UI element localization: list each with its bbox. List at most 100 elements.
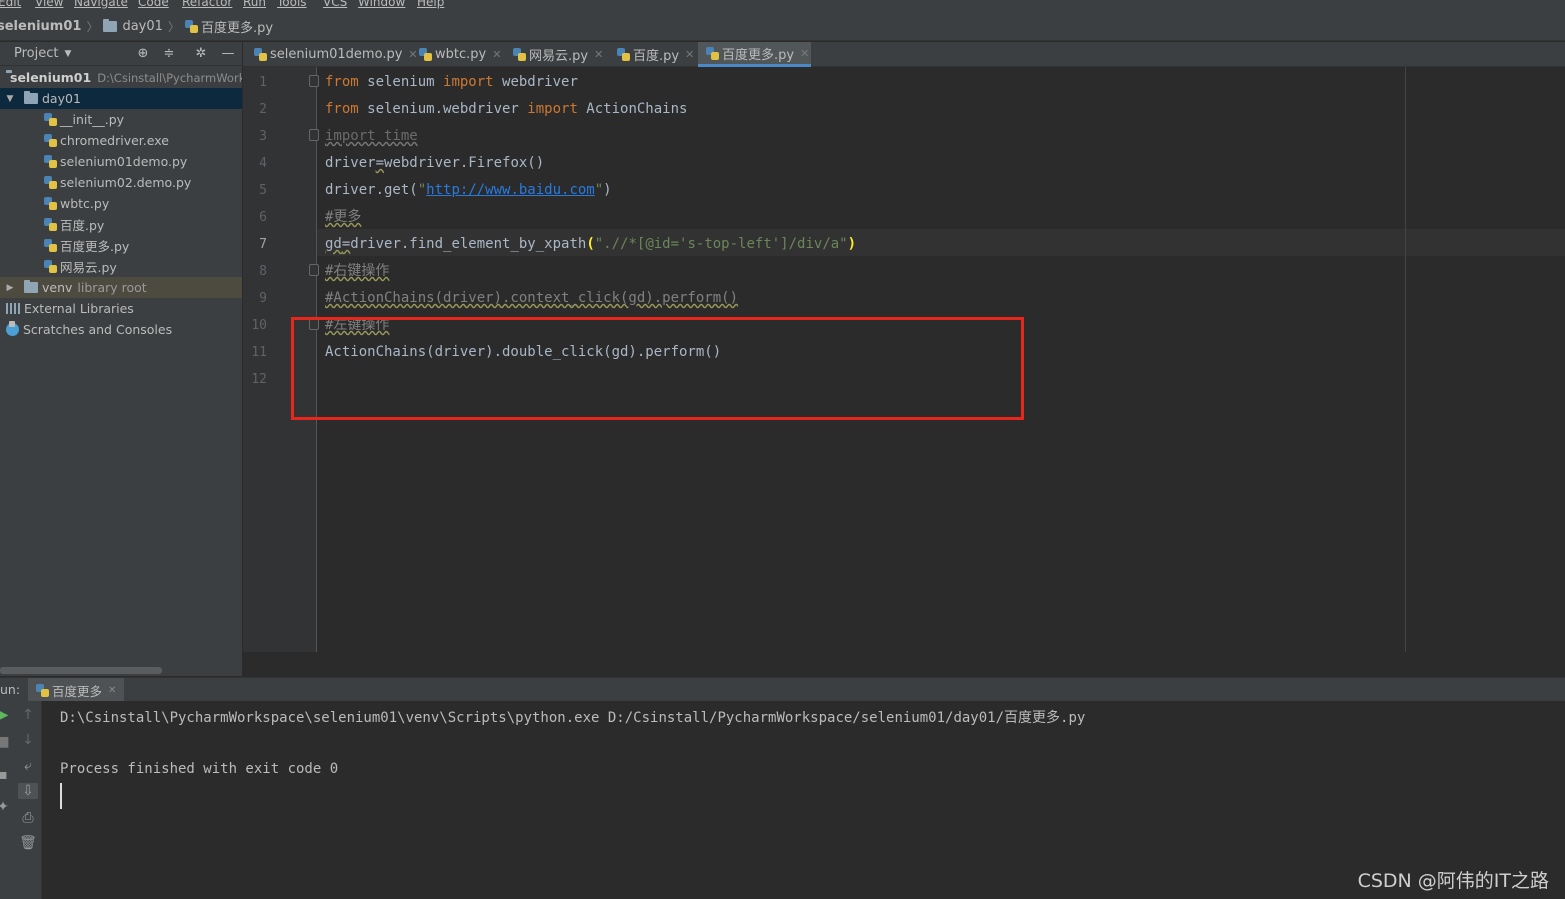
fold-marker-icon[interactable] <box>309 75 319 87</box>
arrow-up-icon[interactable]: ↑ <box>18 707 38 723</box>
arrow-down-icon[interactable]: ↓ <box>18 732 38 748</box>
tree-file[interactable]: 百度更多.py <box>0 235 242 256</box>
python-file-icon <box>44 218 57 231</box>
tree-file[interactable]: 百度.py <box>0 214 242 235</box>
file-label: selenium01demo.py <box>60 154 188 169</box>
python-file-icon <box>44 197 57 210</box>
collapse-all-icon[interactable]: ≑ <box>161 46 177 61</box>
layout-icon[interactable]: ▪ <box>0 767 13 783</box>
code-line-3[interactable]: import time <box>325 123 418 150</box>
project-view-selector[interactable]: Project <box>14 46 58 61</box>
code-line-6[interactable]: #更多 <box>325 204 361 231</box>
root-name: selenium01 <box>10 70 92 85</box>
code-line-7[interactable]: gd=driver.find_element_by_xpath(".//*[@i… <box>325 231 856 258</box>
line-number: 2 <box>259 102 267 117</box>
tree-file[interactable]: selenium02.demo.py <box>0 172 242 193</box>
code-text: driver.find_element_by_xpath <box>350 236 587 252</box>
menu-refactor[interactable]: Refactor <box>182 0 232 9</box>
chevron-down-icon[interactable]: ▼ <box>64 49 71 59</box>
tab-baidu-more[interactable]: 百度更多.py ✕ <box>698 42 811 67</box>
menu-code[interactable]: Code <box>138 0 169 9</box>
keyword: import <box>443 74 494 90</box>
code-line-9[interactable]: #ActionChains(driver).context_click(gd).… <box>325 285 738 312</box>
gear-icon[interactable]: ✲ <box>193 46 209 61</box>
tree-scratches[interactable]: Scratches and Consoles <box>0 319 242 340</box>
python-file-icon <box>617 48 630 61</box>
python-file-icon <box>44 239 57 252</box>
soft-wrap-icon[interactable]: ⤶ <box>18 758 38 774</box>
expand-arrow-icon[interactable]: ▼ <box>4 94 16 104</box>
line-number: 12 <box>251 372 267 387</box>
tab-label: wbtc.py <box>435 47 487 62</box>
python-file-icon <box>419 48 432 61</box>
tab-wangyiyun[interactable]: 网易云.py ✕ <box>505 42 603 67</box>
stop-icon[interactable]: ■ <box>0 734 13 750</box>
locate-icon[interactable]: ⊕ <box>135 46 151 61</box>
menu-tools[interactable]: Tools <box>277 0 307 9</box>
scratches-label: Scratches and Consoles <box>23 322 173 337</box>
chevron-right-icon: 〉 <box>167 19 180 34</box>
code-line-2[interactable]: from selenium.webdriver import ActionCha… <box>325 96 687 123</box>
menu-window[interactable]: Window <box>358 0 405 9</box>
breadcrumb-folder[interactable]: day01 <box>122 19 162 34</box>
tab-selenium01demo[interactable]: selenium01demo.py ✕ <box>246 42 418 67</box>
tree-file[interactable]: __init__.py <box>0 109 242 130</box>
tab-label: 网易云.py <box>529 49 589 64</box>
tree-file[interactable]: wbtc.py <box>0 193 242 214</box>
run-console[interactable]: D:\Csinstall\PycharmWorkspace\selenium01… <box>42 701 1565 899</box>
code-line-8[interactable]: #右键操作 <box>325 258 389 285</box>
tree-file[interactable]: selenium01demo.py <box>0 151 242 172</box>
fold-marker-icon[interactable] <box>309 129 319 141</box>
tree-folder-day01[interactable]: ▼ day01 <box>0 88 242 109</box>
code-text: selenium <box>358 74 444 90</box>
chevron-right-icon: 〉 <box>86 19 99 34</box>
fold-marker-icon[interactable] <box>309 264 319 276</box>
scroll-to-end-icon[interactable]: ⇩ <box>18 783 38 799</box>
close-icon[interactable]: ✕ <box>800 47 809 60</box>
code-text: webdriver.Firefox() <box>384 155 545 171</box>
rerun-icon[interactable]: ▶ <box>0 707 13 723</box>
run-tab[interactable]: 百度更多 ✕ <box>28 678 125 702</box>
code-line-5[interactable]: driver.get("http://www.baidu.com") <box>325 177 612 204</box>
close-icon[interactable]: ✕ <box>685 48 694 61</box>
menu-edit[interactable]: Edit <box>0 0 21 9</box>
code-line-1[interactable]: from selenium import webdriver <box>325 69 578 96</box>
tree-file[interactable]: chromedriver.exe <box>0 130 242 151</box>
tree-folder-venv[interactable]: ▶ venv library root <box>0 277 242 298</box>
close-icon[interactable]: ✕ <box>492 48 501 61</box>
python-file-icon <box>44 260 57 273</box>
print-icon[interactable]: ⎙ <box>18 810 38 826</box>
close-icon[interactable]: ✕ <box>594 48 603 61</box>
file-label: 百度.py <box>60 218 105 233</box>
file-label: 网易云.py <box>60 260 117 275</box>
menu-view[interactable]: View <box>35 0 63 9</box>
tab-wbtc[interactable]: wbtc.py ✕ <box>411 42 501 67</box>
file-label: wbtc.py <box>60 196 110 211</box>
expand-arrow-icon[interactable]: ▶ <box>4 283 16 293</box>
breadcrumb-file[interactable]: 百度更多.py <box>201 17 273 36</box>
menu-run[interactable]: Run <box>243 0 266 9</box>
folder-icon <box>24 280 38 293</box>
tree-root[interactable]: selenium01 D:\Csinstall\PycharmWorkspace <box>0 67 242 88</box>
menu-help[interactable]: Help <box>417 0 444 9</box>
horizontal-scrollbar[interactable] <box>0 667 162 674</box>
python-file-icon <box>254 48 267 61</box>
close-icon[interactable]: ✕ <box>108 685 116 696</box>
breadcrumb-project[interactable]: selenium01 <box>0 19 81 34</box>
menu-navigate[interactable]: Navigate <box>74 0 128 9</box>
string-literal: ".//*[@id='s-top-left']/div/a" <box>594 236 848 252</box>
menu-vcs[interactable]: VCS <box>323 0 347 9</box>
code-line-4[interactable]: driver=webdriver.Firefox() <box>325 150 544 177</box>
line-number: 1 <box>259 75 267 90</box>
minimize-icon[interactable]: — <box>220 46 236 61</box>
url-link[interactable]: http://www.baidu.com <box>426 182 595 198</box>
right-margin-guide <box>1405 67 1406 652</box>
venv-label: venv <box>42 280 73 295</box>
code-text: driver.get( <box>325 182 418 198</box>
tree-external-libraries[interactable]: External Libraries <box>0 298 242 319</box>
tab-baidu[interactable]: 百度.py ✕ <box>609 42 694 67</box>
pin-icon[interactable]: ✦ <box>0 799 13 815</box>
venv-note: library root <box>77 280 147 295</box>
trash-icon[interactable]: 🗑 <box>18 835 38 851</box>
tree-file[interactable]: 网易云.py <box>0 256 242 277</box>
